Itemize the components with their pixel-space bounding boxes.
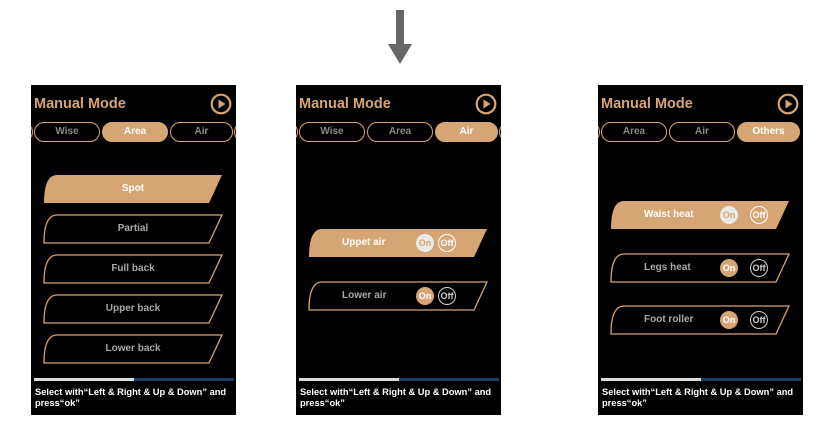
tab-partial-left[interactable] <box>31 122 33 142</box>
tab-wise[interactable]: Wise <box>34 122 100 142</box>
tab-area[interactable]: Area <box>601 122 667 142</box>
play-circle-icon[interactable] <box>475 93 497 115</box>
on-button[interactable]: On <box>720 206 738 224</box>
screen-area: Manual Mode Wise Area Air Spot Partial F… <box>31 85 236 415</box>
progress-fill <box>601 378 701 381</box>
tab-air[interactable]: Air <box>669 122 735 142</box>
item-label: Foot roller <box>644 314 694 325</box>
list-item-upper-back[interactable]: Upper back <box>43 294 223 324</box>
on-button[interactable]: On <box>416 234 434 252</box>
hint-text: Select with“Left & Right & Up & Down” an… <box>602 387 794 408</box>
mode-tabs: Wise Area Air <box>31 122 236 142</box>
screen-others: Manual Mode Area Air Others Waist heat O… <box>598 85 803 415</box>
item-label: Full back <box>111 263 155 274</box>
list-item-full-back[interactable]: Full back <box>43 254 223 284</box>
hint-text: Select with“Left & Right & Up & Down” an… <box>300 387 492 408</box>
off-button[interactable]: Off <box>438 234 456 252</box>
list-item-legs-heat[interactable]: Legs heat On Off <box>610 253 790 283</box>
tab-area[interactable]: Area <box>102 122 168 142</box>
off-button[interactable]: Off <box>750 311 768 329</box>
mode-tabs: Wise Area Air <box>296 122 501 142</box>
item-label: Lower back <box>105 343 161 354</box>
list-item-lower-air[interactable]: Lower air On Off <box>308 281 488 311</box>
page-title: Manual Mode <box>601 96 693 112</box>
play-circle-icon[interactable] <box>777 93 799 115</box>
hint-text: Select with“Left & Right & Up & Down” an… <box>35 387 227 408</box>
down-arrow-icon <box>388 10 412 64</box>
screen-air: Manual Mode Wise Area Air Uppet air On O… <box>296 85 501 415</box>
list-item-foot-roller[interactable]: Foot roller On Off <box>610 305 790 335</box>
progress-bar <box>34 378 234 381</box>
item-label: Upper back <box>105 303 161 314</box>
list-item-lower-back[interactable]: Lower back <box>43 334 223 364</box>
tab-partial-right[interactable] <box>499 122 501 142</box>
off-button[interactable]: Off <box>438 287 456 305</box>
item-label: Legs heat <box>644 262 691 273</box>
tab-others[interactable]: Others <box>737 122 800 142</box>
item-label: Lower air <box>342 290 387 301</box>
off-button[interactable]: Off <box>750 259 768 277</box>
progress-fill <box>299 378 399 381</box>
mode-tabs: Area Air Others <box>598 122 803 142</box>
list-item-partial[interactable]: Partial <box>43 214 223 244</box>
list-item-upper-air[interactable]: Uppet air On Off <box>308 228 488 258</box>
item-label: Spot <box>121 183 145 194</box>
play-circle-icon[interactable] <box>210 93 232 115</box>
item-label: Uppet air <box>342 237 386 248</box>
on-button[interactable]: On <box>720 311 738 329</box>
progress-bar <box>601 378 801 381</box>
tab-air[interactable]: Air <box>435 122 498 142</box>
page-title: Manual Mode <box>34 96 126 112</box>
progress-fill <box>34 378 134 381</box>
item-label: Partial <box>117 223 149 234</box>
tab-partial-left[interactable] <box>296 122 298 142</box>
list-item-spot[interactable]: Spot <box>43 174 223 204</box>
tab-wise[interactable]: Wise <box>299 122 365 142</box>
page-title: Manual Mode <box>299 96 391 112</box>
on-button[interactable]: On <box>416 287 434 305</box>
tab-air[interactable]: Air <box>170 122 233 142</box>
item-label: Waist heat <box>644 209 694 220</box>
tab-partial-left[interactable] <box>598 122 600 142</box>
progress-bar <box>299 378 499 381</box>
tab-area[interactable]: Area <box>367 122 433 142</box>
off-button[interactable]: Off <box>750 206 768 224</box>
on-button[interactable]: On <box>720 259 738 277</box>
tab-partial-right[interactable] <box>234 122 236 142</box>
list-item-waist-heat[interactable]: Waist heat On Off <box>610 200 790 230</box>
